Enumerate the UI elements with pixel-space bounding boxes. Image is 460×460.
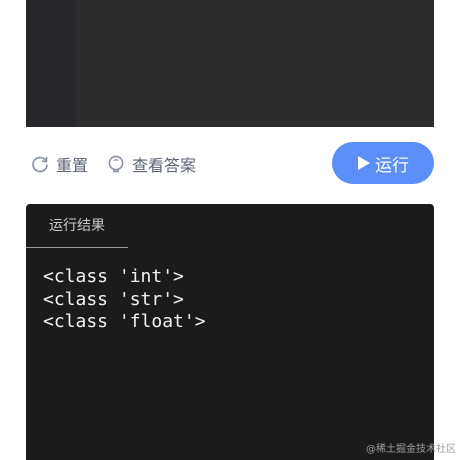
output-line: <class 'float'> bbox=[43, 311, 206, 332]
play-icon bbox=[358, 156, 370, 170]
result-panel: 运行结果 <class 'int'> <class 'str'> <class 'f… bbox=[26, 204, 434, 460]
reset-button[interactable]: 重置 bbox=[30, 152, 88, 176]
output-console: <class 'int'> <class 'str'> <class 'float'… bbox=[43, 266, 206, 334]
toolbar: 重置 查看答案 运行 bbox=[26, 141, 434, 185]
page: 重置 查看答案 运行 运行结果 <class 'int'> <class 'str… bbox=[0, 0, 460, 460]
run-label: 运行 bbox=[375, 155, 409, 176]
code-editor[interactable] bbox=[26, 0, 434, 127]
run-button[interactable]: 运行 bbox=[332, 142, 434, 184]
refresh-icon bbox=[32, 156, 48, 173]
output-line: <class 'int'> bbox=[43, 266, 184, 287]
line-number-gutter bbox=[26, 0, 76, 127]
lightbulb-icon bbox=[108, 155, 124, 173]
code-area[interactable] bbox=[76, 0, 434, 127]
view-answer-button[interactable]: 查看答案 bbox=[106, 152, 196, 176]
watermark: @稀土掘金技术社区 bbox=[366, 444, 456, 455]
tab-run-result[interactable]: 运行结果 bbox=[26, 204, 128, 248]
view-answer-label: 查看答案 bbox=[132, 156, 197, 175]
output-line: <class 'str'> bbox=[43, 288, 184, 310]
reset-label: 重置 bbox=[56, 156, 89, 175]
